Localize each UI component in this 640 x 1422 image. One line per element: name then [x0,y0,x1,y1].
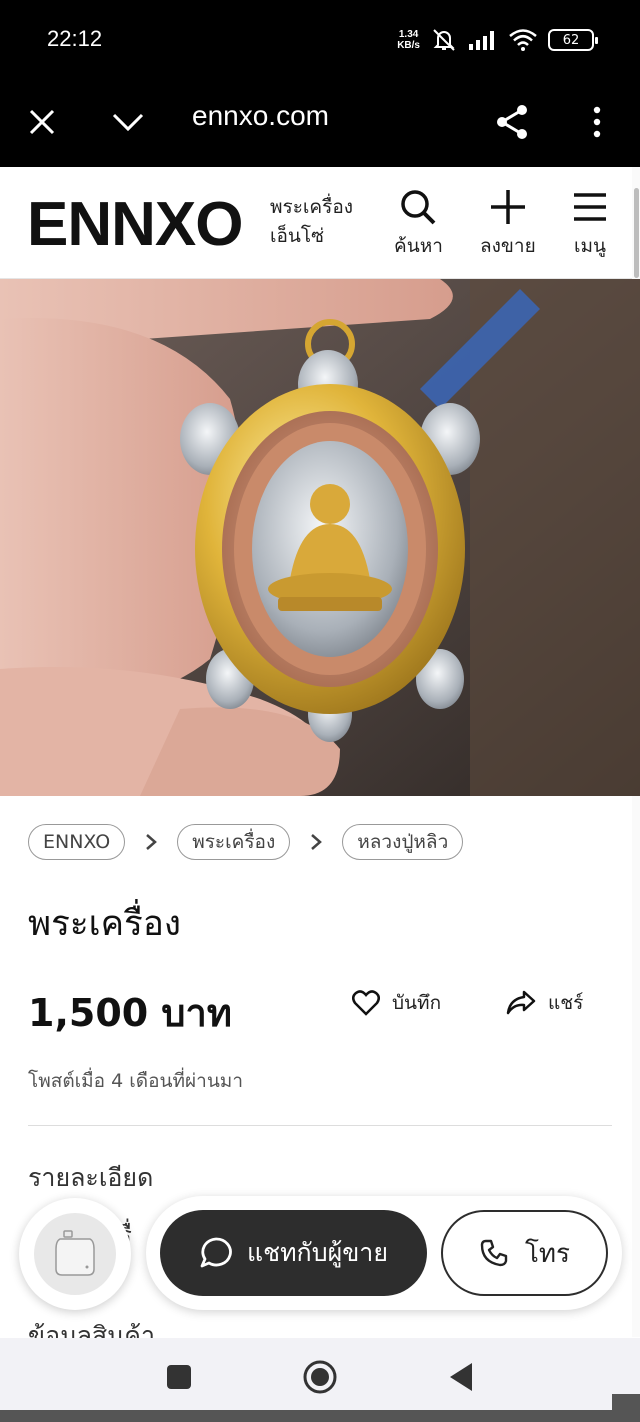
wifi-icon [509,29,537,51]
chat-bubble-icon [200,1237,232,1268]
square-icon [167,1365,191,1389]
product-info-heading: ข้อมูลสินค้า [28,1321,156,1338]
menu-button[interactable]: เมนู [572,187,608,261]
network-speed: 1.34 KB/s [397,29,420,51]
amulet-photo-illustration [0,279,640,796]
phone-icon [480,1239,508,1267]
divider [28,1125,612,1126]
back-triangle-icon [450,1363,472,1391]
bottom-edge-corner [612,1394,640,1422]
hamburger-icon [574,193,606,221]
posted-time: โพสต์เมื่อ 4 เดือนที่ผ่านมา [28,1070,244,1092]
silent-bell-icon [433,29,455,51]
sell-button[interactable]: ลงขาย [480,187,536,261]
product-photo[interactable] [0,279,640,796]
more-vertical-icon [593,106,601,138]
browser-toolbar: ennxo.com [0,80,640,167]
save-button[interactable]: บันทึก [352,988,441,1018]
overflow-menu-button[interactable] [571,96,623,148]
signal-icon [469,31,494,50]
status-icons: 1.34 KB/s 62 [397,24,598,56]
breadcrumb: ENNXO พระเครื่อง หลวงปู่หลิว [28,824,464,860]
recents-button[interactable] [162,1360,196,1394]
scrollbar-thumb[interactable] [634,188,639,278]
share-arrow-icon [506,990,536,1015]
search-icon [401,190,436,225]
status-time: 22:12 [47,26,103,51]
chevron-down-icon [112,113,144,132]
collapse-button[interactable] [102,96,154,148]
call-button[interactable]: โทร [441,1210,608,1296]
site-header: ENNXO พระเครื่อง เอ็นโซ่ ค้นหา ลงขาย เมน… [0,167,632,279]
product-price: 1,500 บาท [28,991,232,1035]
search-button[interactable]: ค้นหา [394,187,443,261]
breadcrumb-item[interactable]: พระเครื่อง [177,824,291,860]
chevron-right-icon [125,833,177,851]
close-icon [29,109,55,135]
site-logo[interactable]: ENNXO [27,189,243,260]
chevron-right-icon [290,833,342,851]
site-tagline: พระเครื่อง เอ็นโซ่ [270,196,354,247]
home-button[interactable] [303,1360,337,1394]
product-title: พระเครื่อง [28,904,181,944]
close-tab-button[interactable] [16,96,68,148]
share-page-button[interactable] [486,96,538,148]
details-heading: รายละเอียด [28,1163,154,1192]
share-icon [497,105,527,139]
plus-icon [490,190,525,224]
heart-icon [352,990,380,1016]
seller-avatar[interactable] [19,1198,131,1310]
status-bar: 22:12 1.34 KB/s 62 [0,0,640,80]
battery-indicator: 62 [548,29,598,51]
chat-with-seller-button[interactable]: แชทกับผู้ขาย [160,1210,427,1296]
url-display[interactable]: ennxo.com [192,100,329,132]
share-button[interactable]: แชร์ [506,988,583,1018]
breadcrumb-item[interactable]: หลวงปู่หลิว [342,824,464,860]
back-button[interactable] [444,1360,478,1394]
system-nav-bar [0,1338,640,1412]
bottom-edge [0,1410,640,1422]
bag-icon [34,1213,116,1295]
home-circle-icon [303,1360,337,1394]
breadcrumb-item[interactable]: ENNXO [28,824,126,860]
